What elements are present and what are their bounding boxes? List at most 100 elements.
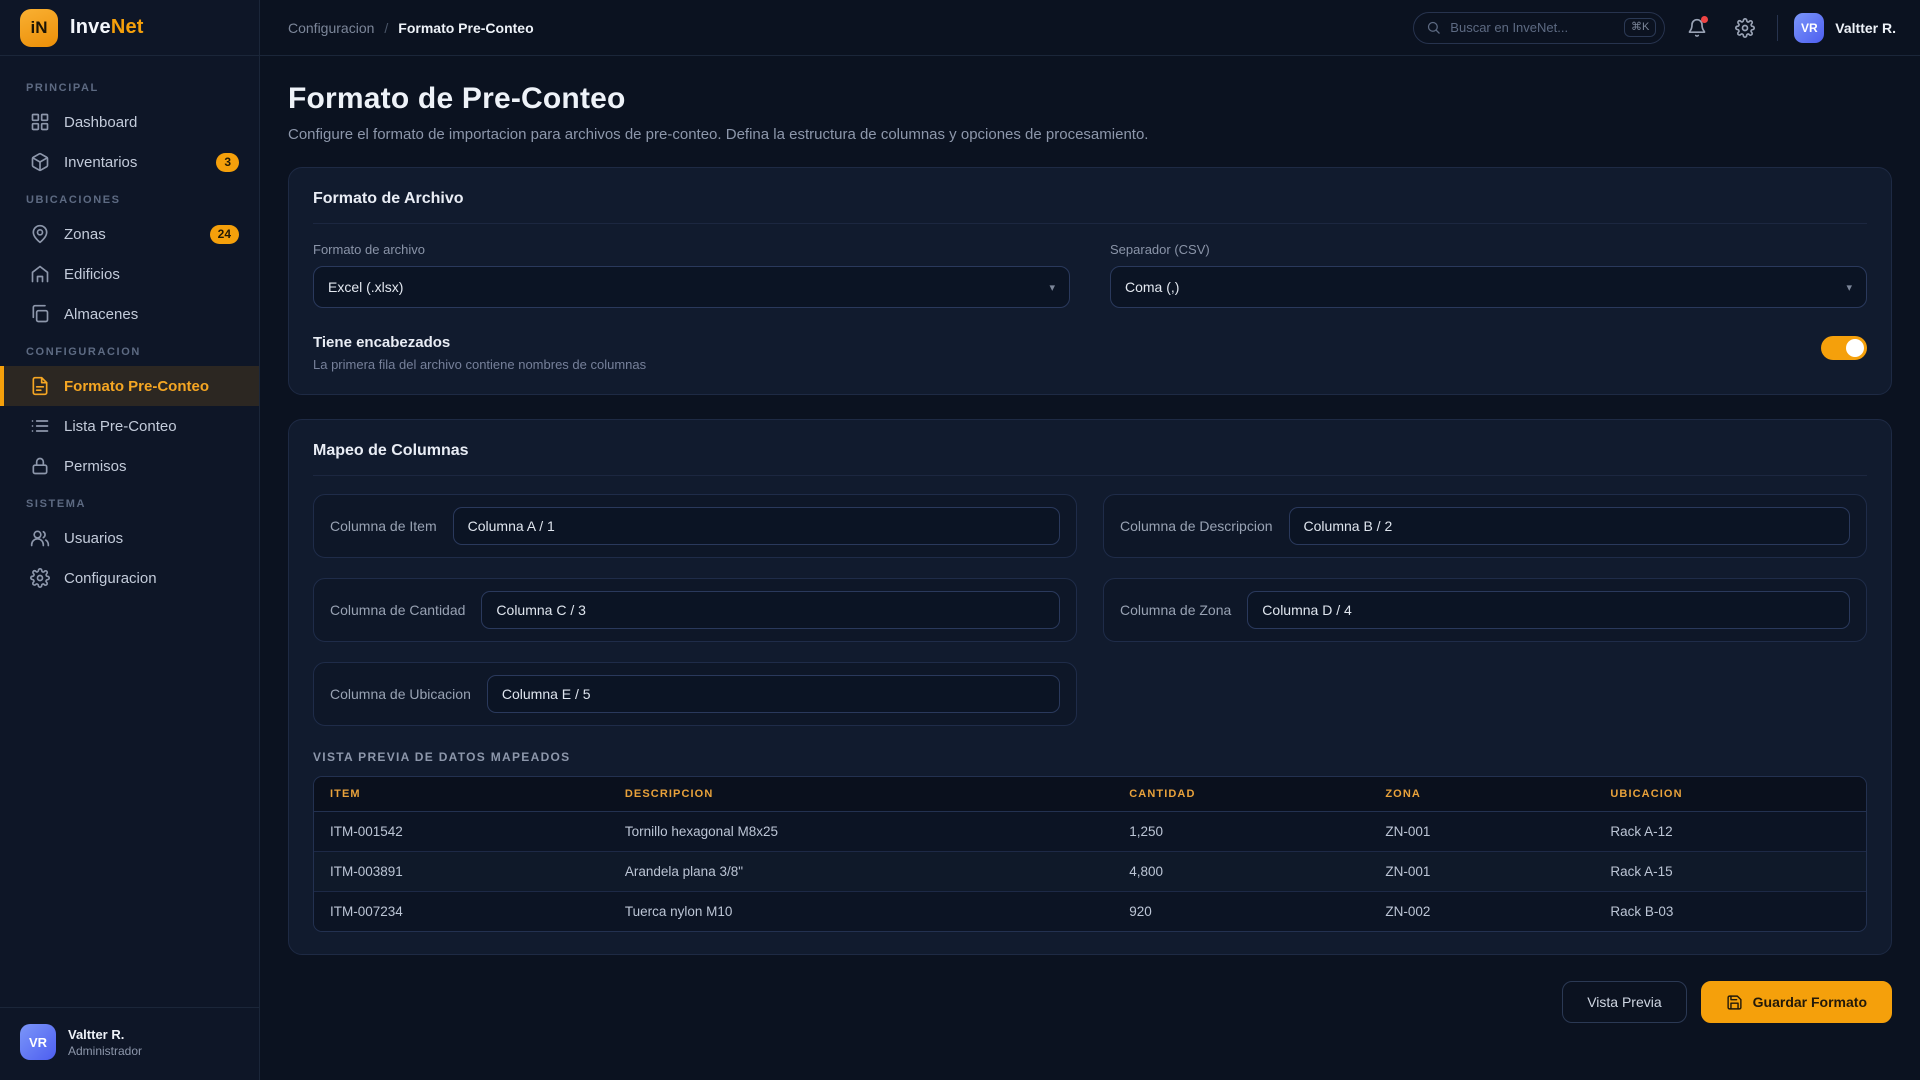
search-icon xyxy=(1426,20,1441,35)
notifications-button[interactable] xyxy=(1681,12,1713,44)
sidebar-item-usuarios[interactable]: Usuarios xyxy=(0,518,259,558)
columna-de-cantidad-input[interactable] xyxy=(481,591,1060,629)
headers-toggle[interactable] xyxy=(1821,336,1867,360)
preview-column-header: UBICACION xyxy=(1594,777,1866,812)
chevron-down-icon: ▾ xyxy=(1049,281,1055,294)
sidebar-item-label: Dashboard xyxy=(64,114,239,131)
file-format-select[interactable]: Excel (.xlsx) ▾ xyxy=(313,266,1070,308)
brand: iN InveNet xyxy=(0,0,259,56)
settings-button[interactable] xyxy=(1729,12,1761,44)
nav-section-label: UBICACIONES xyxy=(0,182,259,214)
users-icon xyxy=(30,528,50,548)
save-button-label: Guardar Formato xyxy=(1753,994,1867,1010)
footer-actions: Vista Previa Guardar Formato xyxy=(288,981,1892,1023)
column-mapping-card-title: Mapeo de Columnas xyxy=(313,442,1867,460)
csv-separator-field-label: Separador (CSV) xyxy=(1110,242,1867,257)
brand-name-accent: Net xyxy=(111,16,144,38)
sidebar-item-label: Inventarios xyxy=(64,154,202,171)
page-subtitle: Configure el formato de importacion para… xyxy=(288,126,1892,143)
sidebar-item-edificios[interactable]: Edificios xyxy=(0,254,259,294)
chevron-down-icon: ▾ xyxy=(1846,281,1852,294)
preview-heading: VISTA PREVIA DE DATOS MAPEADOS xyxy=(313,750,1867,764)
sidebar-item-label: Lista Pre-Conteo xyxy=(64,418,239,435)
dashboard-icon xyxy=(30,112,50,132)
columna-de-zona-input[interactable] xyxy=(1247,591,1850,629)
preview-column-header: CANTIDAD xyxy=(1113,777,1369,812)
sidebar-nav: PRINCIPALDashboardInventarios3UBICACIONE… xyxy=(0,56,259,1007)
columna-de-cantidad-label: Columna de Cantidad xyxy=(330,602,465,618)
columna-de-cantidad-panel: Columna de Cantidad xyxy=(313,578,1077,642)
building-icon xyxy=(30,264,50,284)
headers-toggle-description: La primera fila del archivo contiene nom… xyxy=(313,357,1821,372)
sidebar-item-label: Formato Pre-Conteo xyxy=(64,378,239,395)
preview-column-header: ZONA xyxy=(1369,777,1594,812)
sidebar-user[interactable]: VR Valtter R. Administrador xyxy=(0,1007,259,1080)
sidebar-item-label: Edificios xyxy=(64,266,239,283)
table-cell: Rack A-15 xyxy=(1594,851,1866,891)
sidebar-user-texts: Valtter R. Administrador xyxy=(68,1027,142,1058)
sidebar-item-dashboard[interactable]: Dashboard xyxy=(0,102,259,142)
table-cell: Rack B-03 xyxy=(1594,891,1866,931)
columna-de-item-panel: Columna de Item xyxy=(313,494,1077,558)
notification-dot xyxy=(1701,16,1708,23)
sidebar-item-formato-pre-conteo[interactable]: Formato Pre-Conteo xyxy=(0,366,259,406)
toggle-knob xyxy=(1846,339,1864,357)
lock-icon xyxy=(30,456,50,476)
mapping-grid: Columna de ItemColumna de DescripcionCol… xyxy=(313,494,1867,726)
breadcrumb-current: Formato Pre-Conteo xyxy=(398,20,533,36)
csv-separator-field: Separador (CSV) Coma (,) ▾ xyxy=(1110,242,1867,308)
csv-separator-select-value: Coma (,) xyxy=(1125,279,1846,295)
sidebar-user-name: Valtter R. xyxy=(68,1027,142,1042)
main-content: Formato de Pre-Conteo Configure el forma… xyxy=(260,56,1920,1080)
preview-table-header-row: ITEMDESCRIPCIONCANTIDADZONAUBICACION xyxy=(314,777,1866,812)
sidebar-item-permisos[interactable]: Permisos xyxy=(0,446,259,486)
table-cell: Tornillo hexagonal M8x25 xyxy=(609,812,1113,851)
preview-table: ITEMDESCRIPCIONCANTIDADZONAUBICACION ITM… xyxy=(313,776,1867,932)
sidebar-item-lista-pre-conteo[interactable]: Lista Pre-Conteo xyxy=(0,406,259,446)
cube-icon xyxy=(30,152,50,172)
table-row: ITM-007234Tuerca nylon M10920ZN-002Rack … xyxy=(314,891,1866,931)
sidebar-item-inventarios[interactable]: Inventarios 3 xyxy=(0,142,259,182)
columna-de-ubicacion-label: Columna de Ubicacion xyxy=(330,686,471,702)
columna-de-ubicacion-input[interactable] xyxy=(487,675,1060,713)
columna-de-descripcion-input[interactable] xyxy=(1289,507,1850,545)
divider xyxy=(313,223,1867,224)
preview-button[interactable]: Vista Previa xyxy=(1562,981,1686,1023)
sidebar: iN InveNet PRINCIPALDashboardInventarios… xyxy=(0,0,260,1080)
file-format-field-label: Formato de archivo xyxy=(313,242,1070,257)
file-format-field: Formato de archivo Excel (.xlsx) ▾ xyxy=(313,242,1070,308)
headers-toggle-label: Tiene encabezados xyxy=(313,334,1821,351)
document-icon xyxy=(30,376,50,396)
save-format-button[interactable]: Guardar Formato xyxy=(1701,981,1892,1023)
avatar: VR xyxy=(20,1024,56,1060)
sidebar-item-configuracion[interactable]: Configuracion xyxy=(0,558,259,598)
breadcrumb-parent[interactable]: Configuracion xyxy=(288,20,374,36)
table-cell: Rack A-12 xyxy=(1594,812,1866,851)
search-input[interactable] xyxy=(1450,20,1615,35)
table-cell: ITM-003891 xyxy=(314,851,609,891)
sidebar-item-label: Usuarios xyxy=(64,530,239,547)
csv-separator-select[interactable]: Coma (,) ▾ xyxy=(1110,266,1867,308)
table-cell: ZN-001 xyxy=(1369,812,1594,851)
sidebar-item-label: Almacenes xyxy=(64,306,239,323)
table-cell: Tuerca nylon M10 xyxy=(609,891,1113,931)
table-cell: ZN-001 xyxy=(1369,851,1594,891)
table-cell: 4,800 xyxy=(1113,851,1369,891)
preview-column-header: DESCRIPCION xyxy=(609,777,1113,812)
list-icon xyxy=(30,416,50,436)
divider xyxy=(313,475,1867,476)
count-badge: 3 xyxy=(216,153,239,172)
table-cell: Arandela plana 3/8" xyxy=(609,851,1113,891)
save-icon xyxy=(1726,994,1743,1011)
sidebar-item-zonas[interactable]: Zonas24 xyxy=(0,214,259,254)
sidebar-item-almacenes[interactable]: Almacenes xyxy=(0,294,259,334)
global-search[interactable]: ⌘K xyxy=(1413,12,1665,44)
table-cell: ITM-001542 xyxy=(314,812,609,851)
topbar-user[interactable]: VR Valtter R. xyxy=(1794,13,1896,43)
headers-toggle-texts: Tiene encabezados La primera fila del ar… xyxy=(313,334,1821,372)
columna-de-item-input[interactable] xyxy=(453,507,1060,545)
table-row: ITM-001542Tornillo hexagonal M8x251,250Z… xyxy=(314,812,1866,851)
breadcrumb-separator: / xyxy=(384,20,388,36)
gear-icon xyxy=(1735,18,1755,38)
table-cell: 1,250 xyxy=(1113,812,1369,851)
